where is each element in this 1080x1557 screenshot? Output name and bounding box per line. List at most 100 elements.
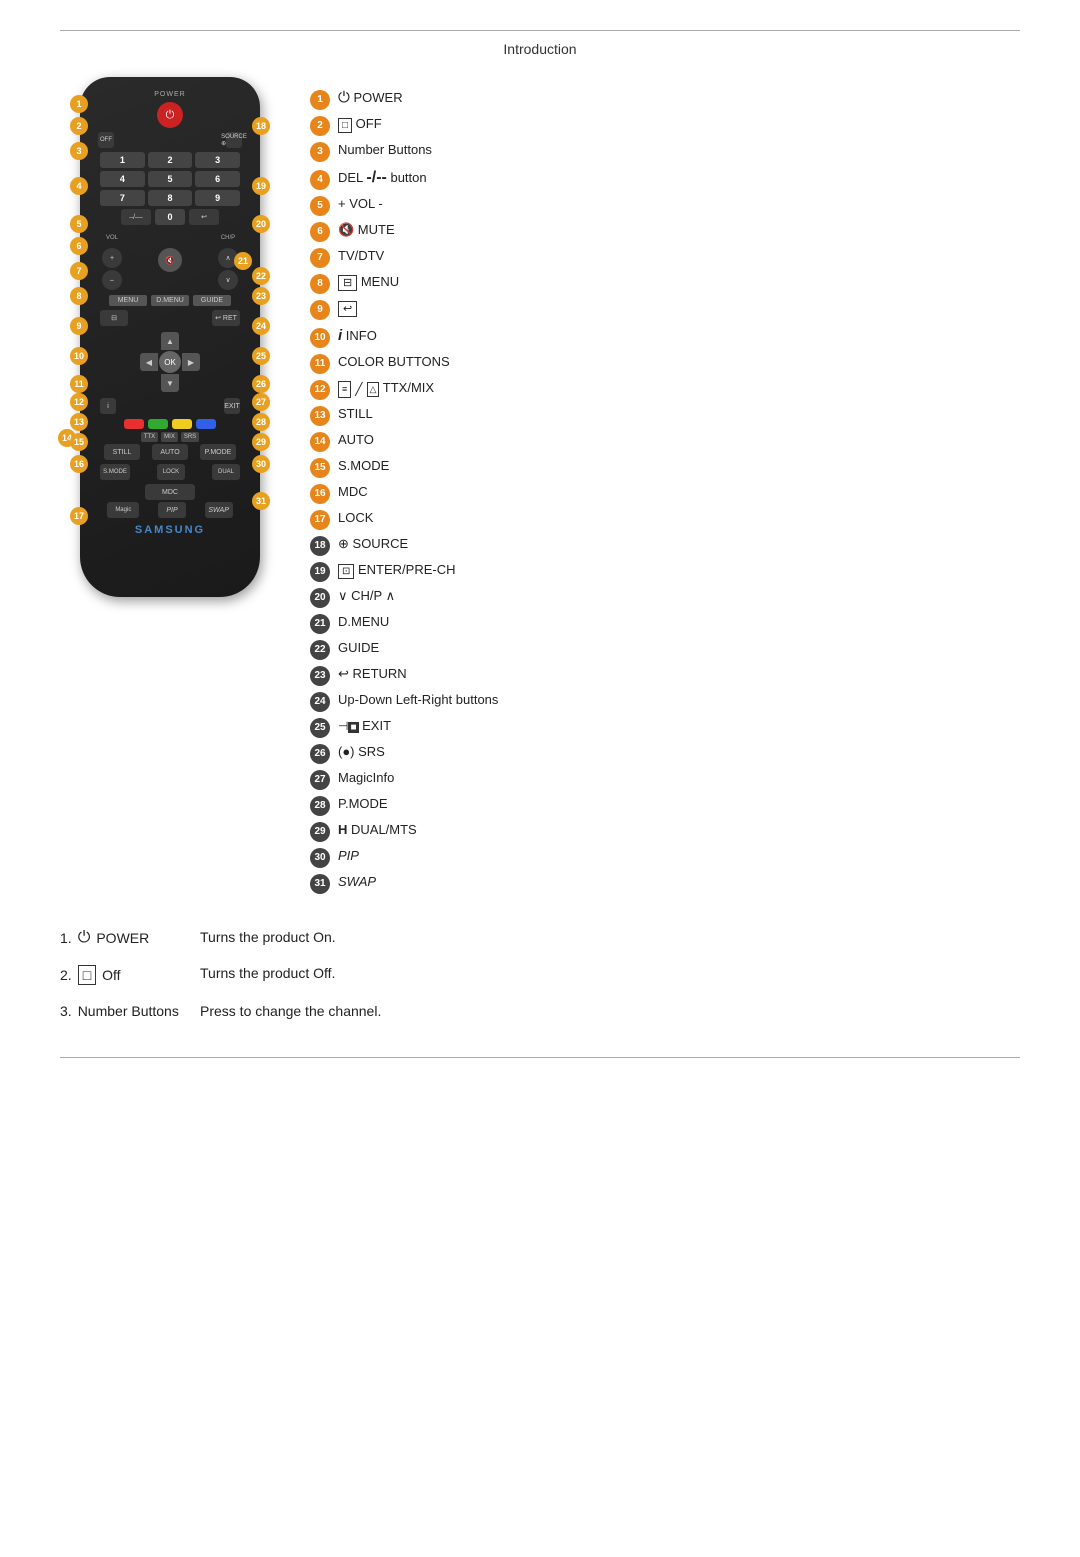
label-text-17: LOCK bbox=[338, 509, 373, 527]
label-text-4: DEL -/-- button bbox=[338, 167, 427, 189]
ttx-button[interactable]: TTX bbox=[141, 432, 158, 442]
label-text-28: P.MODE bbox=[338, 795, 388, 813]
label-text-9: ↩ bbox=[338, 299, 357, 317]
badge-24: 24 bbox=[252, 317, 270, 335]
badge-30: 30 bbox=[252, 455, 270, 473]
badge-num-10: 10 bbox=[310, 328, 330, 348]
return-button[interactable]: ↩ RET bbox=[212, 310, 240, 326]
color-btn-green[interactable] bbox=[148, 419, 168, 429]
label-text-23: ↩ RETURN bbox=[338, 665, 407, 683]
enter-button[interactable]: ↩ bbox=[189, 209, 219, 225]
info-button[interactable]: i bbox=[100, 398, 116, 414]
dpad-left[interactable]: ◀ bbox=[140, 353, 158, 371]
label-item-3: 3 Number Buttons bbox=[310, 141, 1020, 162]
label-item-10: 10 i INFO bbox=[310, 325, 1020, 348]
power-button[interactable]: ⏻ bbox=[157, 102, 183, 128]
guide-button[interactable]: GUIDE bbox=[193, 295, 231, 306]
badge-31: 31 bbox=[252, 492, 270, 510]
off-button[interactable]: OFF bbox=[98, 132, 114, 148]
auto-button[interactable]: AUTO bbox=[152, 444, 188, 460]
label-item-19: 19 ⊡ ENTER/PRE-CH bbox=[310, 561, 1020, 582]
badge-12: 12 bbox=[70, 393, 88, 411]
bottom-label-numbtns: Number Buttons bbox=[78, 1003, 179, 1019]
badge-4: 4 bbox=[70, 177, 88, 195]
badge-num-13: 13 bbox=[310, 406, 330, 426]
label-text-24: Up-Down Left-Right buttons bbox=[338, 691, 498, 709]
dual-pip-row: Magic PIP SWAP bbox=[98, 502, 242, 518]
dmenu-button[interactable]: D.MENU bbox=[151, 295, 189, 306]
label-item-7: 7 TV/DTV bbox=[310, 247, 1020, 268]
dpad-right[interactable]: ▶ bbox=[182, 353, 200, 371]
still-button[interactable]: STILL bbox=[104, 444, 140, 460]
dpad-down[interactable]: ▼ bbox=[161, 374, 179, 392]
badge-27: 27 bbox=[252, 393, 270, 411]
dpad-center[interactable]: OK bbox=[159, 351, 181, 373]
ch-down[interactable]: ∨ bbox=[218, 270, 238, 290]
del-button[interactable]: –/–– bbox=[121, 209, 151, 225]
label-text-22: GUIDE bbox=[338, 639, 379, 657]
remote-container: 1 2 18 3 4 19 5 20 6 21 7 22 8 bbox=[60, 77, 280, 899]
exit-button[interactable]: EXIT bbox=[224, 398, 240, 414]
label-text-2: □ OFF bbox=[338, 115, 382, 133]
source-button[interactable]: SOURCE ⊕ bbox=[226, 132, 242, 148]
badge-num-29: 29 bbox=[310, 822, 330, 842]
key-9[interactable]: 9 bbox=[195, 190, 240, 206]
del-zero-row: –/–– 0 ↩ bbox=[100, 209, 240, 225]
swap-button[interactable]: SWAP bbox=[205, 502, 233, 518]
vol-label: VOL bbox=[104, 230, 120, 246]
vol-up[interactable]: + bbox=[102, 248, 122, 268]
label-item-30: 30 PIP bbox=[310, 847, 1020, 868]
key-0[interactable]: 0 bbox=[155, 209, 185, 225]
badge-num-28: 28 bbox=[310, 796, 330, 816]
page-header: Introduction bbox=[0, 31, 1080, 77]
key-1[interactable]: 1 bbox=[100, 152, 145, 168]
lock-button[interactable]: LOCK bbox=[157, 464, 185, 480]
key-5[interactable]: 5 bbox=[148, 171, 193, 187]
label-item-15: 15 S.MODE bbox=[310, 457, 1020, 478]
dual-mts-button[interactable]: DUAL bbox=[212, 464, 240, 480]
bottom-label-power: POWER bbox=[96, 930, 149, 946]
bottom-section: 1. ⏻ POWER Turns the product On. 2. □ Of… bbox=[0, 899, 1080, 1057]
label-text-10: i INFO bbox=[338, 325, 377, 346]
pip-button[interactable]: PIP bbox=[158, 502, 186, 518]
label-text-3: Number Buttons bbox=[338, 141, 432, 159]
key-7[interactable]: 7 bbox=[100, 190, 145, 206]
smode-button[interactable]: S.MODE bbox=[100, 464, 130, 480]
color-btn-blue[interactable] bbox=[196, 419, 216, 429]
key-3[interactable]: 3 bbox=[195, 152, 240, 168]
key-6[interactable]: 6 bbox=[195, 171, 240, 187]
badge-9: 9 bbox=[70, 317, 88, 335]
badge-num-5: 5 bbox=[310, 196, 330, 216]
pmode-button[interactable]: P.MODE bbox=[200, 444, 236, 460]
label-item-29: 29 H DUAL/MTS bbox=[310, 821, 1020, 842]
tv-button[interactable]: MENU bbox=[109, 295, 147, 306]
key-8[interactable]: 8 bbox=[148, 190, 193, 206]
key-2[interactable]: 2 bbox=[148, 152, 193, 168]
dpad-up[interactable]: ▲ bbox=[161, 332, 179, 350]
badge-10: 10 bbox=[70, 347, 88, 365]
badge-num-2: 2 bbox=[310, 116, 330, 136]
badge-num-26: 26 bbox=[310, 744, 330, 764]
vol-down[interactable]: – bbox=[102, 270, 122, 290]
srs-button[interactable]: SRS bbox=[181, 432, 199, 442]
badge-num-21: 21 bbox=[310, 614, 330, 634]
label-item-8: 8 ⊟ MENU bbox=[310, 273, 1020, 294]
mdc-button[interactable]: MDC bbox=[145, 484, 195, 500]
label-text-26: (●) SRS bbox=[338, 743, 385, 761]
mute-button[interactable]: 🔇 bbox=[158, 248, 182, 272]
badge-num-25: 25 bbox=[310, 718, 330, 738]
badge-7: 7 bbox=[70, 262, 88, 280]
magicinfo-button[interactable]: Magic bbox=[107, 502, 139, 518]
lock-row: S.MODE LOCK DUAL bbox=[92, 462, 248, 482]
color-btn-red[interactable] bbox=[124, 419, 144, 429]
bottom-num-label-2: 2. bbox=[60, 967, 72, 983]
badge-num-30: 30 bbox=[310, 848, 330, 868]
label-item-9: 9 ↩ bbox=[310, 299, 1020, 320]
menu-button[interactable]: ⊟ bbox=[100, 310, 128, 326]
badge-18: 18 bbox=[252, 117, 270, 135]
mix-button[interactable]: MIX bbox=[161, 432, 178, 442]
small-btns-row: TTX MIX SRS bbox=[100, 432, 240, 442]
key-4[interactable]: 4 bbox=[100, 171, 145, 187]
badge-8: 8 bbox=[70, 287, 88, 305]
color-btn-yellow[interactable] bbox=[172, 419, 192, 429]
